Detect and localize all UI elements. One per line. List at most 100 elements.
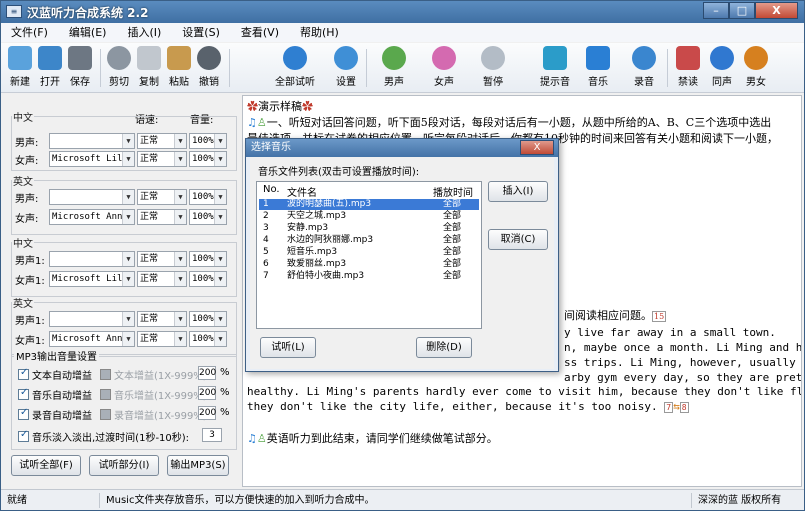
- insert-button[interactable]: 插入(I): [488, 181, 548, 202]
- voice-select[interactable]: ▼: [49, 133, 135, 149]
- status-ready: 就绪: [7, 495, 27, 506]
- listen-part-button[interactable]: 试听部分(I): [89, 455, 159, 476]
- scissors-icon: [107, 46, 131, 70]
- no-read-button[interactable]: 禁读: [673, 46, 703, 92]
- menu-insert[interactable]: 插入(I): [127, 23, 161, 42]
- select-music-dialog: 选择音乐 X 音乐文件列表(双击可设置播放时间): No. 文件名 播放时间 1…: [245, 138, 559, 372]
- speed-select[interactable]: 正常 ▼: [137, 331, 187, 347]
- male-user-icon: ♙: [256, 116, 267, 129]
- settings-button[interactable]: 设置: [331, 46, 361, 92]
- voice-select[interactable]: ▼: [49, 311, 135, 327]
- prompt-tone-button[interactable]: 提示音: [538, 46, 572, 92]
- volume-select[interactable]: 100% ▼: [189, 251, 227, 267]
- open-button[interactable]: 打开: [35, 46, 65, 92]
- text-gain-checkbox[interactable]: 文本自动增益: [18, 367, 92, 382]
- speed-select[interactable]: 正常 ▼: [137, 133, 187, 149]
- status-bar: 就绪 Music文件夹存放音乐，可以方便快速的加入到听力合成中。 深深的蓝 版权…: [1, 489, 804, 510]
- music-note-icon: [586, 46, 610, 70]
- volume-select[interactable]: 100% ▼: [189, 331, 227, 347]
- voice-select[interactable]: Microsoft Anna ▼: [49, 209, 135, 225]
- editor-line: they don't like the city life, either, b…: [247, 400, 689, 413]
- menu-file[interactable]: 文件(F): [11, 23, 48, 42]
- export-mp3-button[interactable]: 输出MP3(S): [167, 455, 229, 476]
- editor-line: 间阅读相应问题。 15: [564, 309, 667, 322]
- voice-select[interactable]: ▼: [49, 251, 135, 267]
- record-gain-checkbox[interactable]: 录音自动增益: [18, 407, 92, 422]
- voice-select[interactable]: Microsoft Lili ▼: [49, 271, 135, 287]
- list-item[interactable]: 5 短音乐.mp3 全部: [259, 247, 479, 258]
- voice-select[interactable]: Microsoft Anna ▼: [49, 331, 135, 347]
- list-item[interactable]: 2 天空之城.mp3 全部: [259, 211, 479, 222]
- speed-select[interactable]: 正常 ▼: [137, 151, 187, 167]
- voice-settings-panel: 语速: 音量: 中文 男声: ▼ 正常 ▼ 100% ▼ 女声: Microsoft…: [3, 95, 239, 487]
- music-gain-checkbox[interactable]: 音乐自动增益: [18, 387, 92, 402]
- music-button[interactable]: 音乐: [583, 46, 613, 92]
- voice-row: 女声1: Microsoft Lili ▼ 正常 ▼ 100% ▼: [15, 271, 227, 287]
- undo-button[interactable]: 撤销: [194, 46, 224, 92]
- volume-select[interactable]: 100% ▼: [189, 151, 227, 167]
- female-voice-button[interactable]: 女声: [429, 46, 459, 92]
- list-item[interactable]: 7 舒伯特小夜曲.mp3 全部: [259, 271, 479, 282]
- male-user-icon: [382, 46, 406, 70]
- paste-button[interactable]: 粘贴: [164, 46, 194, 92]
- music-note-icon: ♫: [247, 432, 257, 445]
- music-gain-input[interactable]: 200: [198, 386, 216, 400]
- pause-button[interactable]: 暂停: [478, 46, 508, 92]
- voice-row: 男声: ▼ 正常 ▼ 100% ▼: [15, 189, 227, 205]
- volume-select[interactable]: 100% ▼: [189, 271, 227, 287]
- list-item[interactable]: 4 水边的阿狄丽娜.mp3 全部: [259, 235, 479, 246]
- fade-checkbox[interactable]: 音乐淡入淡出,过渡时间(1秒-10秒):: [18, 429, 189, 444]
- simultaneous-button[interactable]: 同声: [707, 46, 737, 92]
- male-voice-button[interactable]: 男声: [379, 46, 409, 92]
- menu-help[interactable]: 帮助(H): [300, 23, 339, 42]
- list-item[interactable]: 6 致爱丽丝.mp3 全部: [259, 259, 479, 270]
- cut-button[interactable]: 剪切: [104, 46, 134, 92]
- voice-select[interactable]: Microsoft Lili ▼: [49, 151, 135, 167]
- menu-settings[interactable]: 设置(S): [182, 23, 220, 42]
- minimize-button[interactable]: –: [703, 2, 729, 19]
- list-item[interactable]: 3 安静.mp3 全部: [259, 223, 479, 234]
- fade-time-input[interactable]: 3: [202, 428, 222, 442]
- volume-select[interactable]: 100% ▼: [189, 311, 227, 327]
- listen-all-button[interactable]: 试听全部(F): [11, 455, 81, 476]
- copy-button[interactable]: 复制: [134, 46, 164, 92]
- new-file-icon: [8, 46, 32, 70]
- voice-row: 男声1: ▼ 正常 ▼ 100% ▼: [15, 311, 227, 327]
- copy-icon: [137, 46, 161, 70]
- record-button[interactable]: 录音: [629, 46, 659, 92]
- record-gain-label: 录音增益(1X-999%): [100, 407, 207, 422]
- listen-button[interactable]: 试听(L): [260, 337, 316, 358]
- play-all-button[interactable]: 全部试听: [271, 46, 319, 92]
- speed-select[interactable]: 正常 ▼: [137, 271, 187, 287]
- music-list[interactable]: No. 文件名 播放时间 1 波的明瑟曲(五).mp3 全部 2 天空之城.mp3 全部…: [256, 181, 482, 329]
- voice-select[interactable]: ▼: [49, 189, 135, 205]
- close-button[interactable]: X: [755, 2, 798, 19]
- volume-select[interactable]: 100% ▼: [189, 133, 227, 149]
- list-item[interactable]: 1 波的明瑟曲(五).mp3 全部: [259, 199, 479, 210]
- speed-select[interactable]: 正常 ▼: [137, 209, 187, 225]
- maximize-button[interactable]: □: [729, 2, 755, 19]
- editor-line: arby gym every day, so they are pretty: [564, 371, 802, 384]
- status-message: Music文件夹存放音乐，可以方便快速的加入到听力合成中。: [99, 493, 659, 508]
- microphone-icon: [632, 46, 656, 70]
- voice-row: 女声1: Microsoft Anna ▼ 正常 ▼ 100% ▼: [15, 331, 227, 347]
- editor-line: ss trips. Li Ming, however, usually: [564, 356, 796, 369]
- menu-edit[interactable]: 编辑(E): [69, 23, 107, 42]
- delete-button[interactable]: 删除(D): [416, 337, 472, 358]
- toolbar: 新建 打开 保存 剪切 复制 粘贴 撤销 全部试听 设置 男声 女声 暂停 提示…: [1, 43, 804, 93]
- text-gain-input[interactable]: 200: [198, 366, 216, 380]
- volume-select[interactable]: 100% ▼: [189, 189, 227, 205]
- cancel-button[interactable]: 取消(C): [488, 229, 548, 250]
- volume-select[interactable]: 100% ▼: [189, 209, 227, 225]
- record-gain-input[interactable]: 200: [198, 406, 216, 420]
- menu-view[interactable]: 查看(V): [241, 23, 279, 42]
- speed-select[interactable]: 正常 ▼: [137, 311, 187, 327]
- dialog-close-button[interactable]: X: [520, 140, 554, 155]
- speed-select[interactable]: 正常 ▼: [137, 189, 187, 205]
- save-button[interactable]: 保存: [65, 46, 95, 92]
- voice-row: 男声1: ▼ 正常 ▼ 100% ▼: [15, 251, 227, 267]
- main-window: ≡ 汉蓝听力合成系统 2.2 – □ X 文件(F) 编辑(E) 插入(I) 设…: [0, 0, 805, 511]
- speed-select[interactable]: 正常 ▼: [137, 251, 187, 267]
- male-female-button[interactable]: 男女: [741, 46, 771, 92]
- new-button[interactable]: 新建: [5, 46, 35, 92]
